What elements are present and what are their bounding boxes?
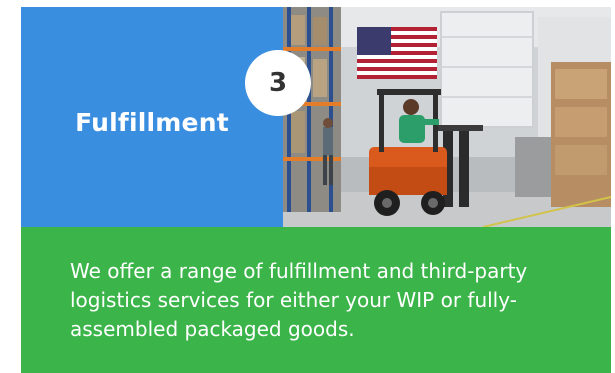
card-description: We offer a range of fulfillment and thir… bbox=[70, 259, 528, 341]
step-number-badge: 3 bbox=[245, 50, 311, 116]
description-panel: We offer a range of fulfillment and thir… bbox=[21, 227, 611, 373]
card-header: Fulfillment 3 bbox=[21, 7, 611, 227]
warehouse-forklift-photo bbox=[283, 7, 611, 227]
fulfillment-card: Fulfillment 3 We offer a range of fulfil… bbox=[21, 7, 611, 373]
card-title: Fulfillment bbox=[75, 108, 229, 137]
title-panel: Fulfillment bbox=[21, 7, 283, 227]
